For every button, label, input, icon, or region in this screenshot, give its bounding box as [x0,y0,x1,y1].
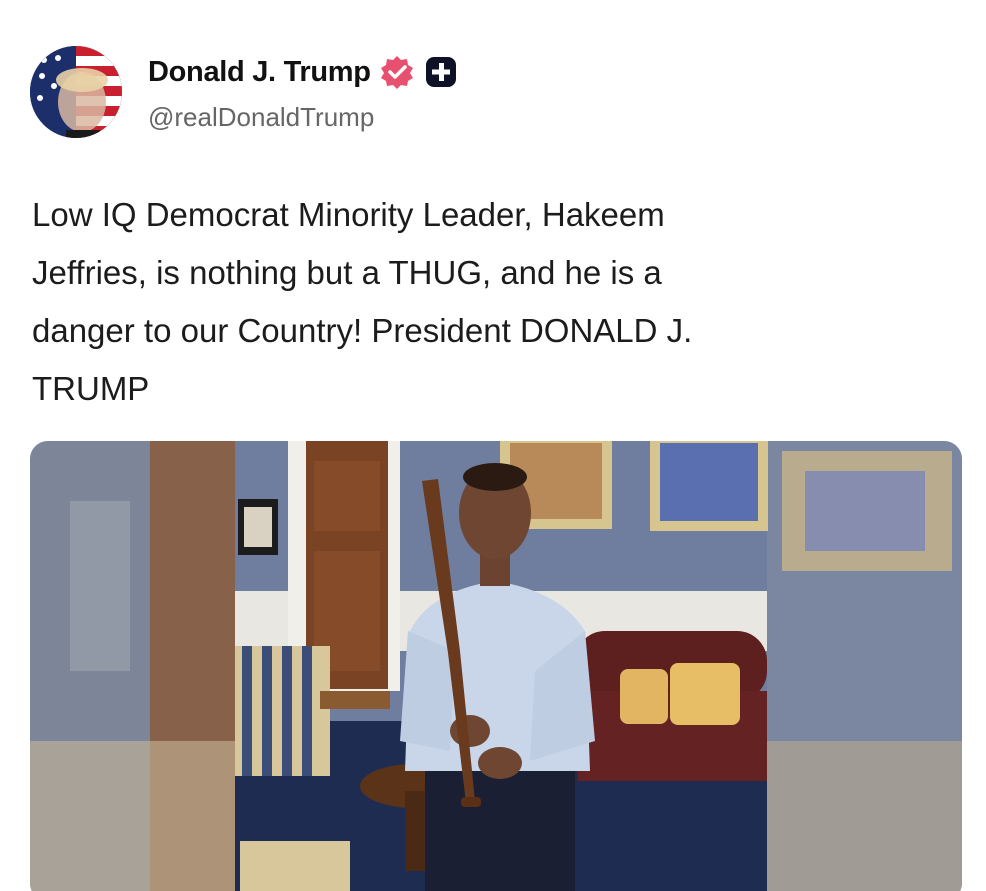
author-name-row: Donald J. Trump [148,54,459,90]
post-card: Donald J. Trump @realDonaldTrump Low IQ … [0,0,986,891]
plus-badge-icon [423,54,459,90]
post-photo [30,441,962,891]
author-avatar[interactable] [30,46,122,138]
author-handle[interactable]: @realDonaldTrump [148,102,374,133]
flag-portrait-avatar [30,46,122,138]
author-display-name[interactable]: Donald J. Trump [148,56,371,89]
post-text: Low IQ Democrat Minority Leader, Hakeem … [32,196,693,407]
post-image[interactable] [30,441,962,891]
verified-badge-icon [379,54,415,90]
